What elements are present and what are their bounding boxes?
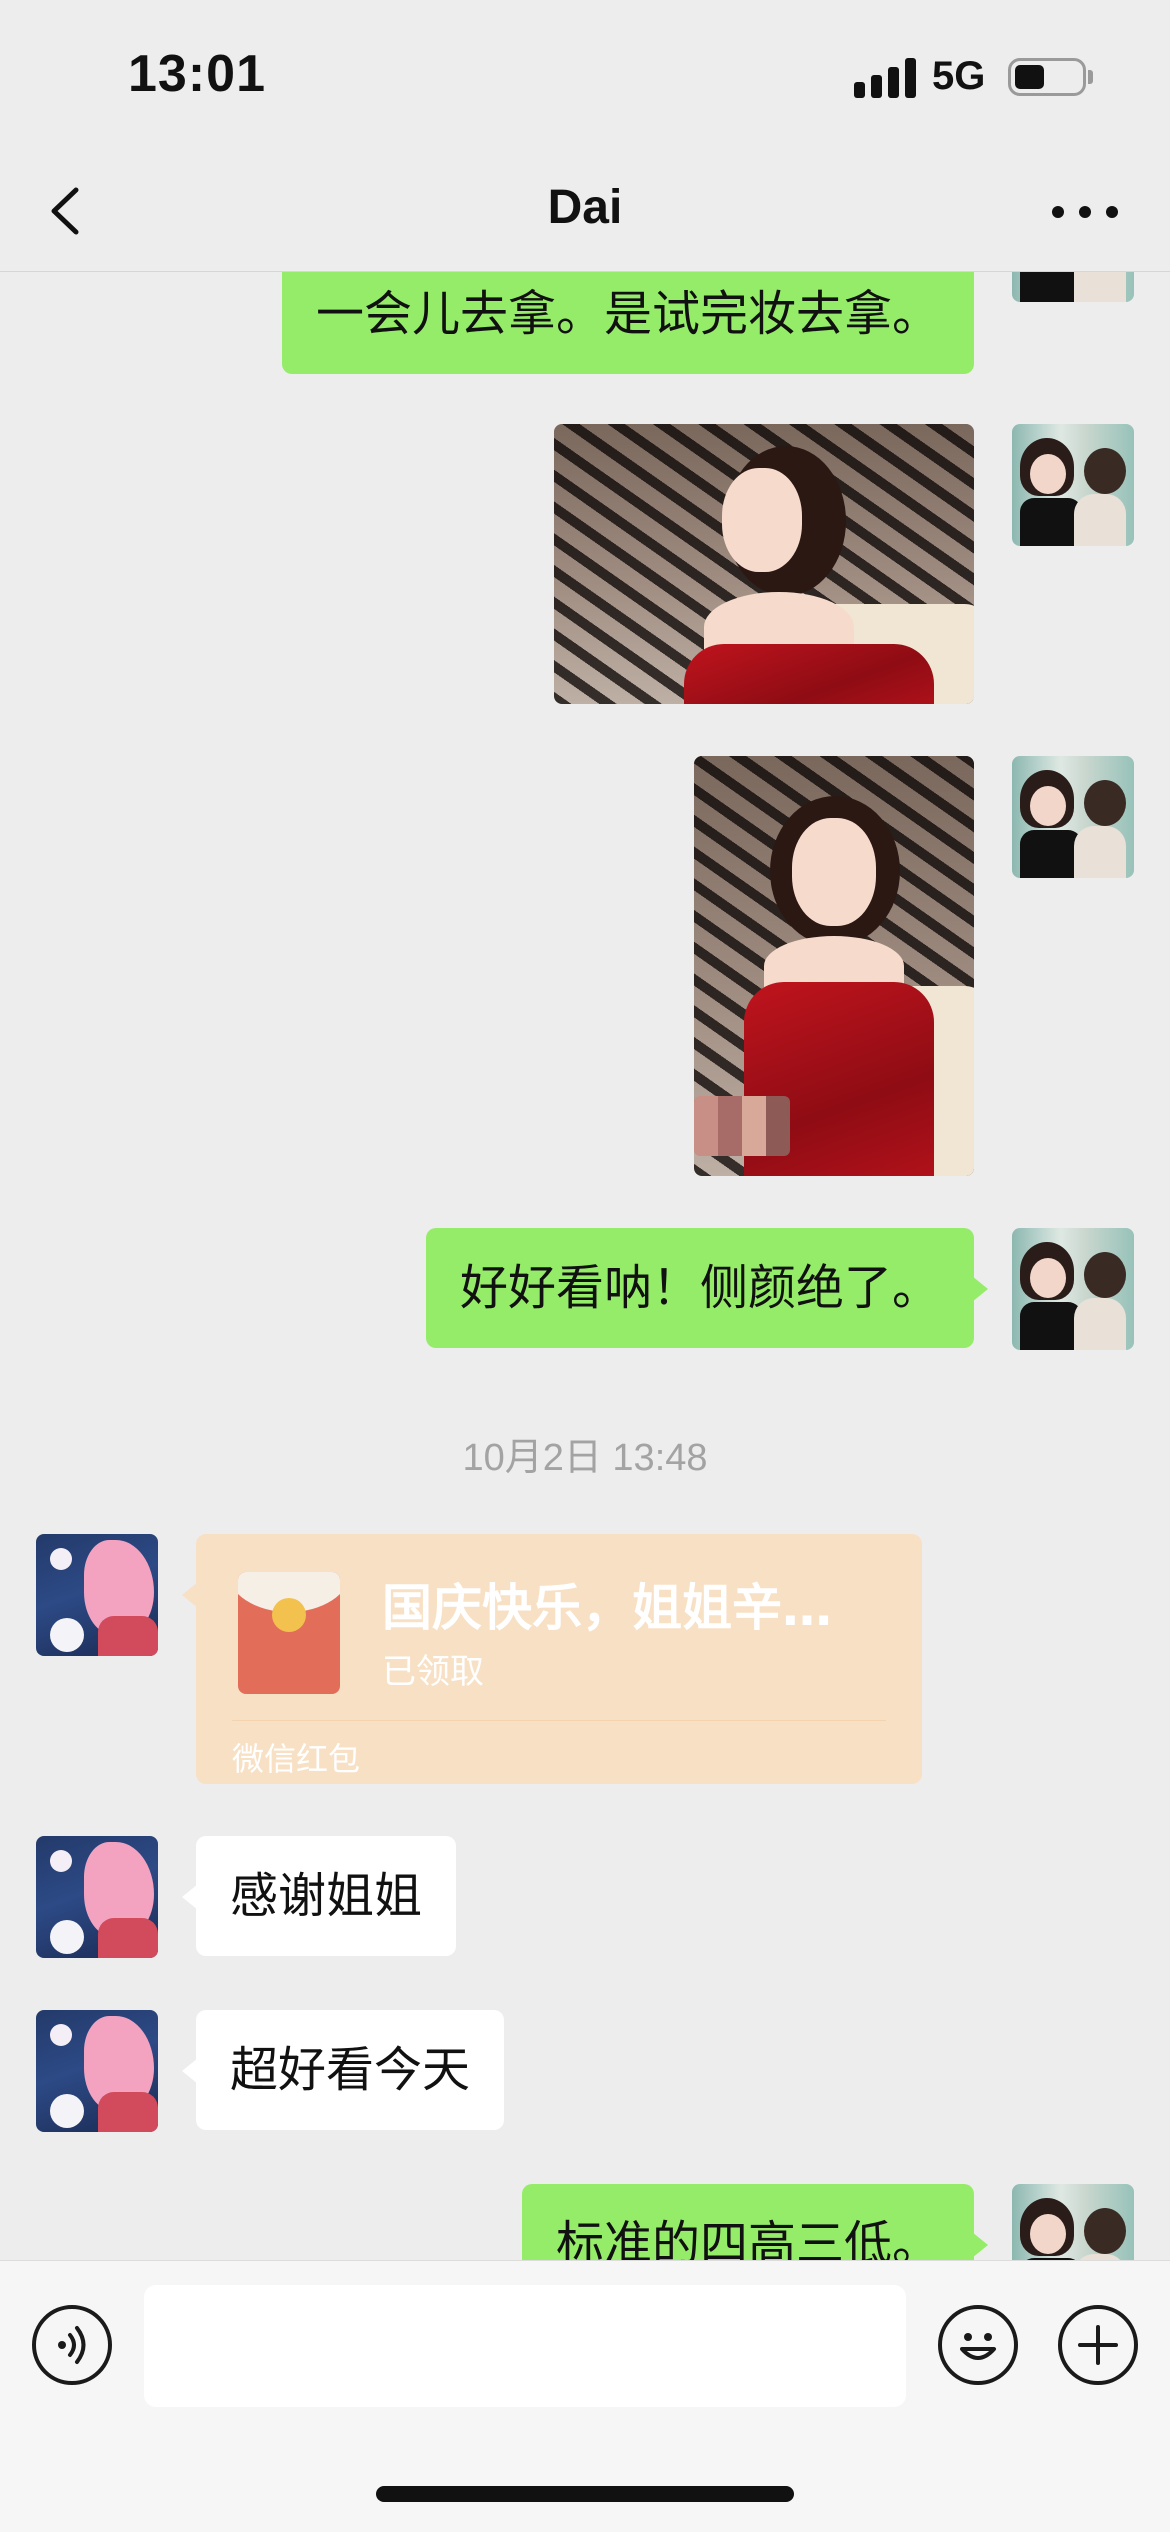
more-functions-button[interactable]: [1058, 2305, 1138, 2385]
more-options-button[interactable]: [1050, 186, 1120, 236]
red-packet-status: 已领取: [382, 1652, 484, 1692]
message-timestamp: 10月2日 13:48: [462, 1437, 708, 1479]
message-bubble[interactable]: 一会儿去拿。是试完妆去拿。: [281, 272, 974, 374]
red-envelope-icon: [238, 1572, 340, 1694]
avatar[interactable]: [1012, 424, 1134, 546]
avatar[interactable]: [36, 1836, 158, 1958]
avatar[interactable]: [36, 1534, 158, 1656]
image-message[interactable]: [554, 424, 974, 704]
voice-button[interactable]: [32, 2305, 112, 2385]
network-type: 5G: [932, 54, 986, 98]
message-text: 一会儿去拿。是试完妆去拿。: [315, 286, 940, 342]
message-bubble[interactable]: 标准的四高三低。: [521, 2184, 989, 2260]
plus-icon: [1078, 2325, 1118, 2365]
message-list[interactable]: 一会儿去拿。是试完妆去拿。 好好看呐！侧颜绝了。 10月2日 13:48 国庆快…: [0, 272, 1170, 2260]
status-bar: 13:01 5G: [0, 0, 1170, 150]
voice-icon: [58, 2326, 86, 2364]
message-text: 超好看今天: [230, 2042, 471, 2098]
message-text: 感谢姐姐: [230, 1868, 423, 1924]
chat-header: Dai: [0, 150, 1170, 272]
emoji-icon: [960, 2333, 996, 2360]
battery-icon: [1008, 58, 1086, 96]
avatar[interactable]: [1012, 2184, 1134, 2260]
avatar[interactable]: [36, 2010, 158, 2132]
message-bubble[interactable]: 超好看今天: [181, 2010, 505, 2130]
emoji-button[interactable]: [938, 2305, 1018, 2385]
message-text: 好好看呐！侧颜绝了。: [459, 1260, 940, 1316]
red-packet-message[interactable]: 国庆快乐，姐姐辛… 已领取 微信红包: [182, 1534, 922, 1784]
message-bubble[interactable]: 感谢姐姐: [181, 1836, 457, 1956]
battery-tip: [1088, 70, 1093, 84]
red-packet-title: 国庆快乐，姐姐辛…: [382, 1579, 832, 1637]
chat-title: Dai: [547, 181, 623, 234]
message-input[interactable]: [144, 2285, 906, 2407]
message-bubble[interactable]: 好好看呐！侧颜绝了。: [425, 1228, 989, 1348]
image-message[interactable]: [694, 756, 974, 1176]
avatar[interactable]: [1012, 272, 1134, 302]
avatar[interactable]: [1012, 1228, 1134, 1350]
home-indicator[interactable]: [376, 2486, 794, 2502]
more-dots-icon: [1052, 206, 1064, 218]
battery-level: [1015, 65, 1044, 89]
status-time: 13:01: [128, 45, 266, 103]
divider: [232, 1720, 886, 1721]
cellular-signal-icon: [854, 58, 916, 98]
red-packet-label: 微信红包: [232, 1740, 361, 1778]
message-text: 标准的四高三低。: [555, 2216, 940, 2260]
avatar[interactable]: [1012, 756, 1134, 878]
